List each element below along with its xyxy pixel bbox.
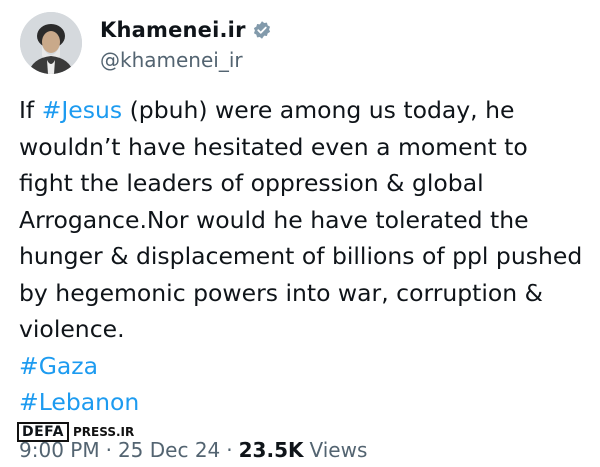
watermark-logo: DEFA bbox=[17, 422, 69, 442]
hashtag-link[interactable]: #Gaza bbox=[19, 348, 589, 385]
views-label: Views bbox=[309, 438, 368, 462]
tweet-header: Khamenei.ir @khamenei_ir bbox=[20, 12, 580, 76]
watermark-text: PRESS.IR bbox=[72, 425, 135, 439]
hashtag-link[interactable]: #Lebanon bbox=[19, 384, 589, 421]
verified-badge-icon bbox=[253, 21, 270, 39]
watermark: DEFA PRESS.IR bbox=[17, 422, 134, 442]
avatar-portrait-icon bbox=[20, 12, 82, 74]
display-name[interactable]: Khamenei.ir bbox=[100, 18, 246, 42]
tweet-text-part: If bbox=[19, 96, 42, 124]
avatar[interactable] bbox=[20, 12, 82, 74]
tweet-text-part: (pbuh) were among us today, he wouldn’t … bbox=[19, 96, 590, 343]
separator: · bbox=[226, 438, 233, 462]
tweet-text: If #Jesus (pbuh) were among us today, he… bbox=[19, 92, 589, 421]
views-count: 23.5K bbox=[238, 438, 304, 462]
hashtag-link[interactable]: #Jesus bbox=[42, 96, 122, 124]
handle[interactable]: @khamenei_ir bbox=[100, 48, 272, 72]
